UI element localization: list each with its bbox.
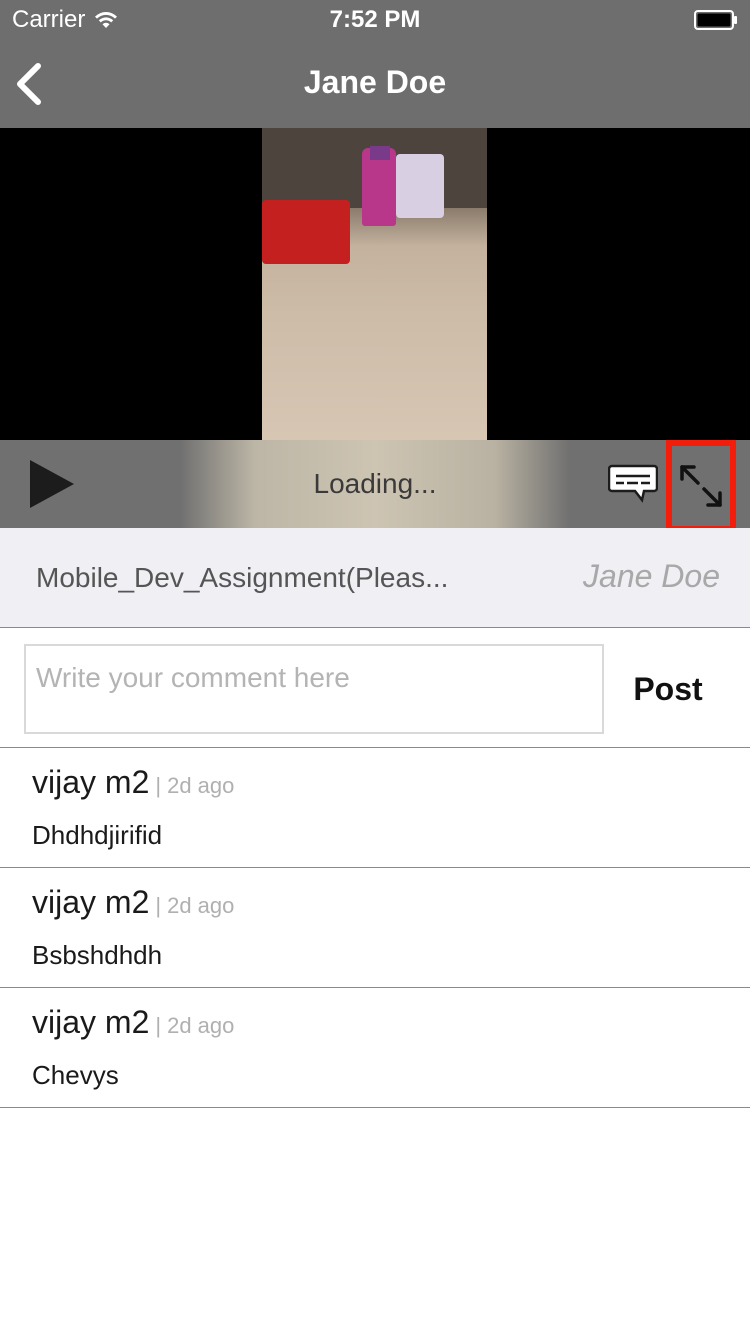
comment-timestamp: 2d ago <box>167 773 235 798</box>
player-controls: Loading... <box>0 440 750 532</box>
comment-text: Chevys <box>32 1060 119 1090</box>
video-title: Mobile_Dev_Assignment(Pleas... <box>36 562 449 593</box>
comment-author[interactable]: vijay m2 <box>32 884 149 921</box>
captions-icon[interactable] <box>608 462 658 504</box>
comment-separator: | <box>155 893 162 918</box>
battery-icon <box>694 10 737 30</box>
comment-item: vijay m2 | 2d ago Dhdhdjirifid <box>0 748 750 868</box>
comment-header: vijay m2 | 2d ago <box>32 1004 234 1041</box>
comment-separator: | <box>155 1013 162 1038</box>
video-player[interactable] <box>0 128 750 440</box>
comment-text: Bsbshdhdh <box>32 940 163 970</box>
status-bar: Carrier 7:52 PM <box>0 0 750 40</box>
video-content-box <box>262 200 350 264</box>
page-title: Jane Doe <box>303 64 447 100</box>
comment-separator: | <box>155 773 162 798</box>
comment-author[interactable]: vijay m2 <box>32 764 149 801</box>
comment-timestamp: 2d ago <box>167 1013 235 1038</box>
comment-input[interactable] <box>24 644 604 734</box>
fullscreen-button[interactable] <box>666 440 736 532</box>
video-frame <box>262 128 487 440</box>
video-detail-screen: Carrier 7:52 PM Jane Doe Loading... Mobi… <box>0 0 750 1334</box>
comment-timestamp: 2d ago <box>167 893 235 918</box>
video-author[interactable]: Jane Doe <box>583 558 720 595</box>
comment-text: Dhdhdjirifid <box>32 820 163 850</box>
comment-header: vijay m2 | 2d ago <box>32 884 234 921</box>
comments-list: vijay m2 | 2d ago Dhdhdjirifid vijay m2 … <box>0 748 750 1108</box>
comment-header: vijay m2 | 2d ago <box>32 764 234 801</box>
video-content-bottle-cap <box>370 146 390 160</box>
video-content-can <box>396 154 444 218</box>
fullscreen-expand-icon <box>680 465 722 507</box>
post-button[interactable]: Post <box>608 644 728 734</box>
status-time: 7:52 PM <box>329 6 421 33</box>
comment-author[interactable]: vijay m2 <box>32 1004 149 1041</box>
video-info-row: Mobile_Dev_Assignment(Pleas... Jane Doe <box>0 528 750 628</box>
navigation-bar: Jane Doe <box>0 40 750 128</box>
comment-item: vijay m2 | 2d ago Bsbshdhdh <box>0 868 750 988</box>
comment-item: vijay m2 | 2d ago Chevys <box>0 988 750 1108</box>
header: Carrier 7:52 PM Jane Doe <box>0 0 750 128</box>
comment-compose: Post <box>0 628 750 748</box>
